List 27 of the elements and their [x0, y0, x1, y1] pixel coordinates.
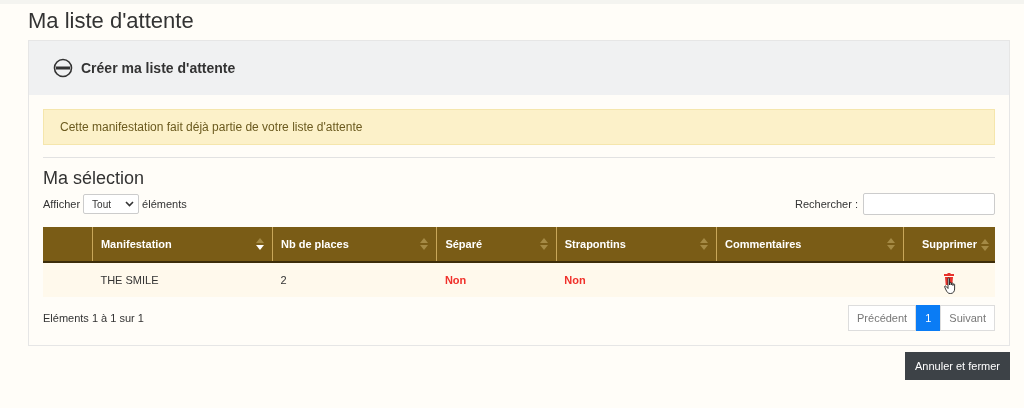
- column-header[interactable]: Commentaires: [716, 227, 904, 262]
- page-title: Ma liste d'attente: [28, 8, 195, 34]
- table-info: Eléments 1 à 1 sur 1: [43, 312, 144, 324]
- elements-label: éléments: [142, 198, 187, 210]
- alert-message: Cette manifestation fait déjà partie de votre liste d'attente: [43, 109, 995, 145]
- table-cell: Non: [436, 262, 557, 297]
- caret-icon: [125, 201, 135, 207]
- panel-header[interactable]: Créer ma liste d'attente: [29, 41, 1009, 95]
- column-header[interactable]: Nb de places: [272, 227, 437, 262]
- search-label: Rechercher :: [795, 198, 858, 210]
- panel-title: Créer ma liste d'attente: [81, 60, 236, 76]
- column-header[interactable]: Séparé: [436, 227, 557, 262]
- table-cell: 2: [272, 262, 437, 297]
- page-button[interactable]: 1: [916, 305, 941, 331]
- collapse-icon[interactable]: [53, 58, 73, 78]
- column-header[interactable]: Manifestation: [92, 227, 273, 262]
- table-cell: THE SMILE: [92, 262, 273, 297]
- table-cell: Non: [556, 262, 717, 297]
- search-field[interactable]: [863, 193, 995, 215]
- cancel-close-button[interactable]: Annuler et fermer: [905, 352, 1010, 380]
- sort-icon[interactable]: [255, 238, 264, 250]
- show-label: Afficher: [43, 198, 81, 210]
- page-size-select[interactable]: Tout: [83, 194, 140, 214]
- column-header[interactable]: Supprimer: [903, 227, 995, 262]
- section-title: Ma sélection: [43, 168, 146, 189]
- column-header: [43, 227, 93, 262]
- column-header[interactable]: Strapontins: [556, 227, 717, 262]
